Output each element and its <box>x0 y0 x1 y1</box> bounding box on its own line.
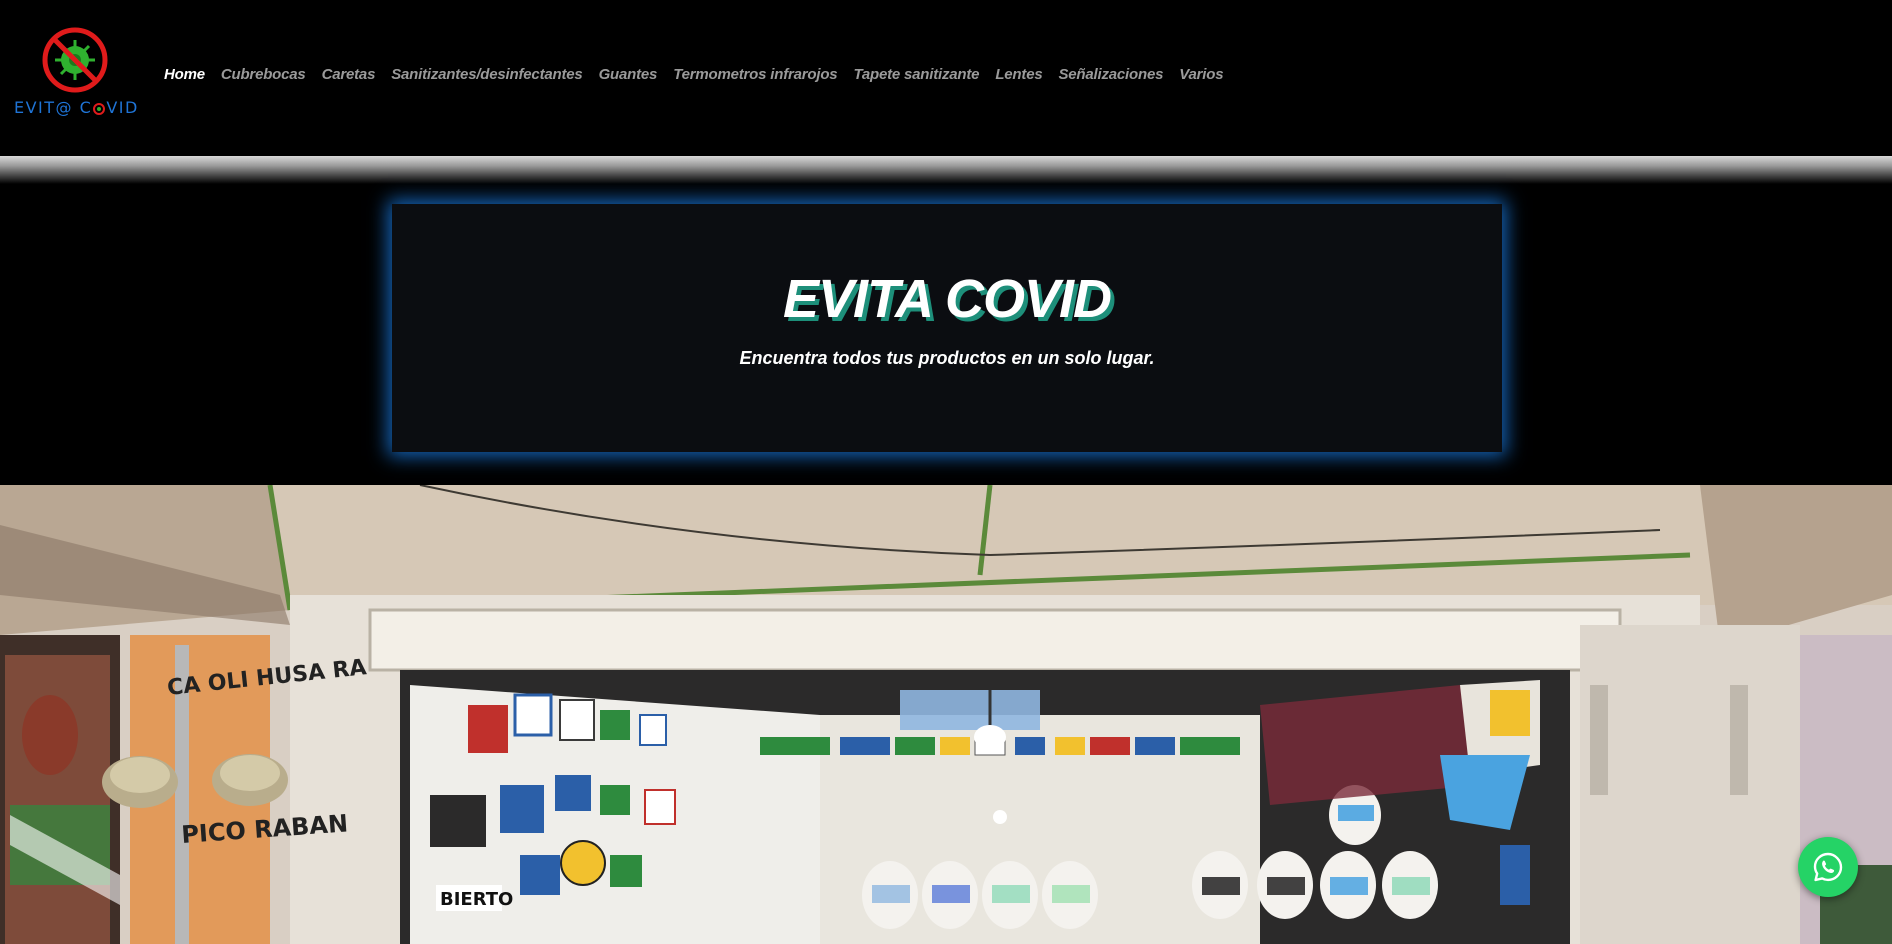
nav-cubrebocas[interactable]: Cubrebocas <box>221 66 306 83</box>
hero-banner: EVITA COVID Encuentra todos tus producto… <box>392 204 1502 452</box>
nav-guantes[interactable]: Guantes <box>599 66 658 83</box>
hero-subtitle: Encuentra todos tus productos en un solo… <box>739 348 1155 368</box>
logo-o-virus-icon <box>93 103 106 115</box>
whatsapp-icon <box>1813 852 1843 882</box>
nav-home[interactable]: Home <box>164 66 205 83</box>
main-nav: Home Cubrebocas Caretas Sanitizantes/des… <box>164 66 1224 83</box>
whatsapp-button[interactable] <box>1798 837 1858 897</box>
nav-varios[interactable]: Varios <box>1179 66 1223 83</box>
no-virus-icon <box>42 27 108 93</box>
header-shadow-divider <box>0 156 1892 184</box>
nav-sanitizantes[interactable]: Sanitizantes/desinfectantes <box>391 66 583 83</box>
site-header: EVIT@ C VID Home Cubrebocas Caretas Sanit… <box>0 0 1892 156</box>
logo-wordmark: EVIT@ C VID <box>14 98 139 117</box>
storefront-photo: CA OLI HUSA RA PICO RABAN BIERTO <box>0 485 1892 944</box>
nav-tapete[interactable]: Tapete sanitizante <box>853 66 979 83</box>
site-logo[interactable]: EVIT@ C VID <box>14 26 139 122</box>
nav-caretas[interactable]: Caretas <box>322 66 376 83</box>
nav-lentes[interactable]: Lentes <box>995 66 1042 83</box>
shop-sign-text: BIERTO <box>440 889 513 910</box>
hero-title: EVITA COVID <box>782 269 1112 329</box>
nav-senalizaciones[interactable]: Señalizaciones <box>1058 66 1163 83</box>
nav-termometros[interactable]: Termometros infrarojos <box>673 66 837 83</box>
